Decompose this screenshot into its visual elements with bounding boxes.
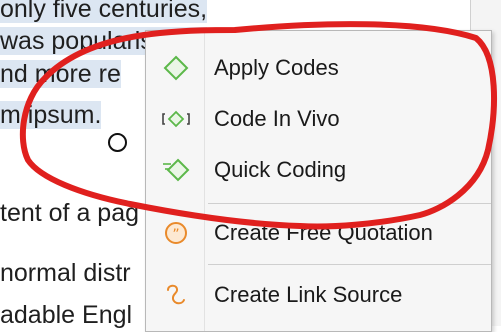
quotation-icon: ” (160, 217, 192, 249)
document-line: m ipsum. (0, 101, 102, 129)
menu-item-quick-coding[interactable]: Quick Coding (146, 148, 491, 192)
menu-separator (208, 203, 491, 204)
menu-item-create-free-quotation[interactable]: ” Create Free Quotation (146, 211, 491, 255)
menu-item-label: Create Free Quotation (214, 220, 433, 245)
document-line: nd more re (0, 60, 121, 88)
document-line: only five centuries, (0, 0, 208, 26)
menu-item-apply-codes[interactable]: Apply Codes (146, 46, 491, 90)
menu-separator (208, 264, 491, 265)
menu-item-label: Code In Vivo (214, 106, 340, 131)
menu-item-label: Create Link Source (214, 282, 403, 307)
svg-text:”: ” (172, 227, 179, 243)
diamond-icon (160, 52, 192, 84)
menu-item-create-link-source[interactable]: Create Link Source (146, 273, 491, 317)
document-line: tent of a pag (0, 199, 140, 227)
document-line: adable Engl (0, 301, 133, 329)
code-in-vivo-icon (160, 103, 192, 135)
menu-item-code-in-vivo[interactable]: Code In Vivo (146, 97, 491, 141)
link-source-icon (160, 279, 192, 311)
menu-item-label: Apply Codes (214, 55, 339, 80)
quick-coding-icon (160, 154, 192, 186)
menu-item-label: Quick Coding (214, 157, 347, 182)
context-menu: Apply Codes Code In Vivo Quick Coding ” … (145, 30, 492, 332)
document-line: normal distr (0, 259, 131, 287)
cursor-indicator (108, 133, 127, 152)
